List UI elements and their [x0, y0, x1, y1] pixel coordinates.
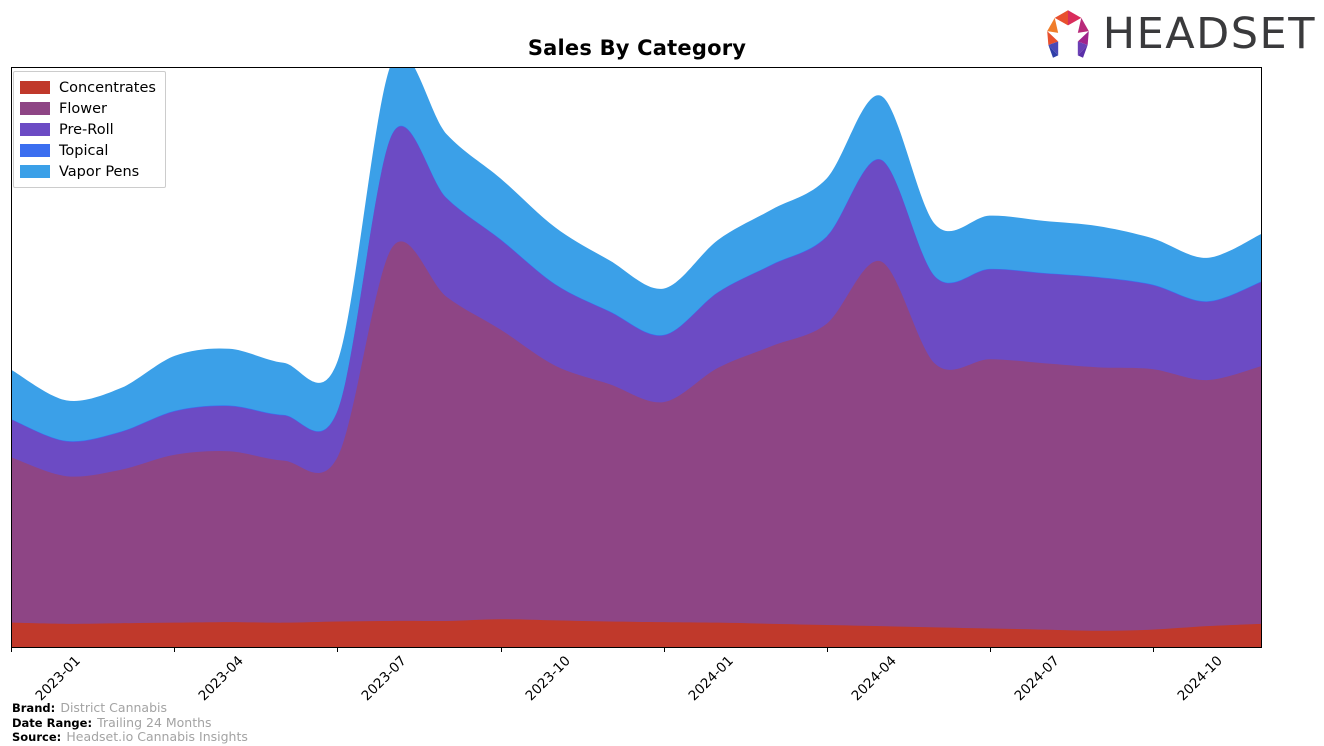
headset-arch-logo-icon: [1046, 10, 1089, 58]
legend-swatch-icon: [20, 144, 50, 157]
legend-item-pre-roll[interactable]: Pre-Roll: [20, 119, 156, 140]
legend-item-vapor-pens[interactable]: Vapor Pens: [20, 161, 156, 182]
footer-source-value: Headset.io Cannabis Insights: [66, 729, 248, 744]
legend-item-label: Vapor Pens: [59, 163, 140, 180]
legend-item-flower[interactable]: Flower: [20, 98, 156, 119]
legend-swatch-icon: [20, 81, 50, 94]
footer-brand-value: District Cannabis: [60, 700, 167, 715]
legend-item-topical[interactable]: Topical: [20, 140, 156, 161]
footer-source-key: Source:: [12, 730, 62, 744]
x-axis-tick-mark: [174, 648, 176, 652]
legend-swatch-icon: [20, 102, 50, 115]
legend-item-label: Concentrates: [59, 79, 156, 96]
x-axis-tick-label: 2024-04: [848, 653, 900, 705]
chart-legend: Concentrates Flower Pre-Roll Topical Vapor P…: [13, 71, 166, 188]
chart-page: Sales By Category HEADSET Concentrates Fl…: [0, 0, 1324, 746]
x-axis-tick-mark: [11, 648, 12, 652]
x-axis-tick-label: 2023-07: [358, 653, 411, 705]
x-axis-tick-label: 2023-04: [195, 653, 247, 705]
chart-footer: Brand: District Cannabis Date Range: Tra…: [12, 700, 248, 744]
legend-item-label: Flower: [59, 100, 107, 117]
headset-logo: HEADSET: [1039, 8, 1316, 60]
x-axis-tick-label: 2024-10: [1174, 653, 1226, 705]
footer-brand-key: Brand:: [12, 701, 56, 715]
x-axis-tick-mark: [337, 648, 339, 652]
footer-source-row: Source: Headset.io Cannabis Insights: [12, 729, 248, 744]
headset-logo-text: HEADSET: [1102, 8, 1316, 59]
legend-item-label: Pre-Roll: [59, 121, 114, 138]
x-axis-tick-mark: [500, 648, 502, 652]
x-axis-tick-label: 2023-10: [522, 653, 574, 705]
footer-date-range-key: Date Range:: [12, 715, 93, 730]
legend-item-label: Topical: [59, 142, 109, 159]
footer-date-range-value: Trailing 24 Months: [97, 714, 212, 730]
legend-swatch-icon: [20, 165, 50, 178]
footer-date-range-row: Date Range: Trailing 24 Months: [12, 715, 248, 730]
legend-item-concentrates[interactable]: Concentrates: [20, 77, 156, 98]
x-axis-tick-mark: [826, 648, 828, 652]
x-axis-tick-mark: [1153, 648, 1155, 652]
x-axis-tick-label: 2024-01: [685, 653, 737, 705]
footer-brand-row: Brand: District Cannabis: [12, 700, 248, 715]
chart-plot-area: [11, 67, 1262, 648]
legend-swatch-icon: [20, 123, 50, 136]
x-axis-tick-label: 2024-07: [1011, 653, 1063, 705]
x-axis-tick-mark: [990, 648, 991, 652]
stacked-area-svg: [12, 68, 1261, 647]
x-axis-tick-mark: [663, 648, 665, 652]
